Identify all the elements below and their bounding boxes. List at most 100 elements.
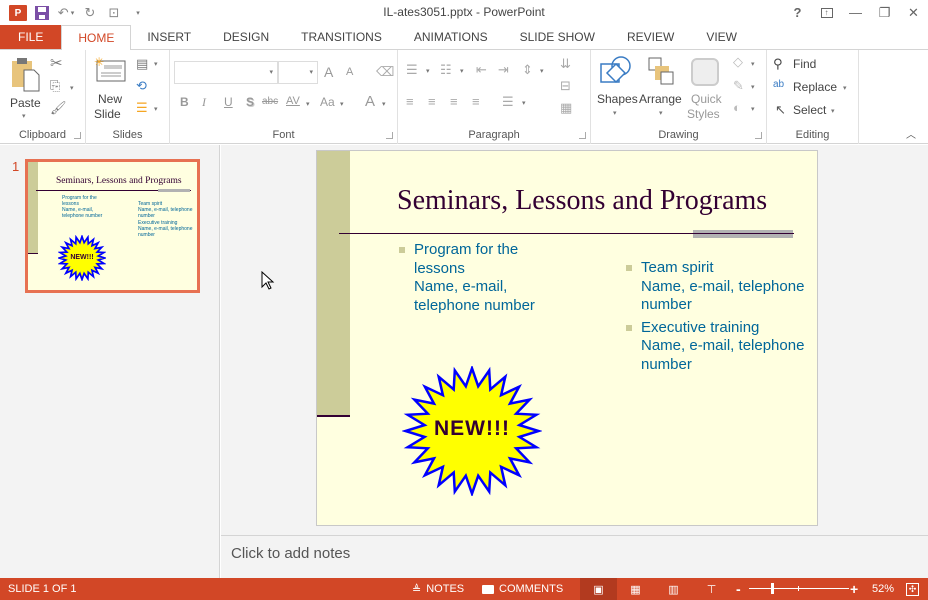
shape-fill-dropdown-icon[interactable]: ▾ [751,60,755,68]
copy-icon[interactable]: ⎘ [50,78,60,94]
tab-insert[interactable]: INSERT [131,25,207,49]
slideshow-view-button[interactable]: ⊤ [693,578,730,600]
shape-effects-icon[interactable]: ◐ [733,100,741,115]
drawing-launcher-icon[interactable] [755,132,762,139]
line-spacing-dropdown-icon[interactable]: ▾ [540,67,544,75]
cut-icon[interactable]: ✂ [50,54,63,72]
ribbon-display-options-button[interactable]: ↑ [812,0,841,25]
title-rule [339,233,794,234]
columns-icon[interactable]: ☰ [502,94,514,110]
tab-home[interactable]: HOME [61,25,132,51]
restore-button[interactable]: ❐ [870,0,899,25]
smartart-icon[interactable]: ▦ [560,100,572,116]
clipboard-launcher-icon[interactable] [74,132,81,139]
shape-outline-dropdown-icon[interactable]: ▾ [751,83,755,91]
bullets-icon[interactable]: ☰ [406,62,418,78]
replace-button[interactable]: ab Replace ▾ [773,79,857,97]
align-center-icon[interactable]: ≡ [428,94,436,109]
italic-button[interactable]: I [202,95,206,110]
paragraph-launcher-icon[interactable] [579,132,586,139]
align-right-icon[interactable]: ≡ [450,94,458,109]
zoom-level[interactable]: 52% [872,578,894,600]
numbering-icon[interactable]: ☷ [440,62,452,78]
clear-formatting-icon[interactable]: ⌫ [376,64,394,80]
shape-fill-icon[interactable]: ◇ [733,54,743,70]
reading-view-button[interactable]: ▥ [655,578,692,600]
reset-icon[interactable]: ⟲ [136,78,147,94]
tab-transitions[interactable]: TRANSITIONS [285,25,398,49]
section-icon[interactable]: ☰ [136,100,148,116]
align-text-icon[interactable]: ⊟ [560,78,571,94]
zoom-slider[interactable] [749,588,849,589]
decrease-indent-icon[interactable]: ⇤ [476,62,487,78]
justify-icon[interactable]: ≡ [472,94,480,109]
text-direction-icon[interactable]: ⇊ [560,56,571,72]
strikethrough-button[interactable]: abc [262,96,278,107]
slide-title[interactable]: Seminars, Lessons and Programs [397,185,767,217]
change-case-dropdown-icon[interactable]: ▾ [340,100,344,108]
close-button[interactable]: ✕ [899,0,928,25]
bold-button[interactable]: B [180,95,189,109]
tab-slide-show[interactable]: SLIDE SHOW [504,25,611,49]
select-button[interactable]: ↖ Select ▾ [773,102,853,120]
right-content-placeholder[interactable]: Team spirit Name, e-mail, telephone numb… [626,259,816,378]
line-spacing-icon[interactable]: ⇕ [522,62,533,78]
tab-animations[interactable]: ANIMATIONS [398,25,504,49]
zoom-slider-thumb[interactable] [770,583,774,594]
normal-view-button[interactable]: ▣ [580,578,617,600]
shape-outline-icon[interactable]: ✎ [733,78,744,94]
collapse-ribbon-icon[interactable]: ︿ [906,126,916,141]
font-launcher-icon[interactable] [386,132,393,139]
slide-thumbnail[interactable]: Seminars, Lessons and Programs Program f… [25,159,200,293]
notes-button[interactable]: ≜ NOTES [412,578,464,600]
numbering-dropdown-icon[interactable]: ▾ [460,67,464,75]
slide-canvas[interactable]: Seminars, Lessons and Programs Program f… [316,150,818,526]
slide-sorter-button[interactable]: ▦ [617,578,654,600]
help-button[interactable]: ? [783,0,812,25]
comments-button[interactable]: COMMENTS [482,578,563,600]
new-slide-button[interactable]: ✳ New Slide [92,56,132,122]
paste-button[interactable]: Paste ▾ [6,56,44,120]
section-dropdown-icon[interactable]: ▾ [154,105,158,113]
font-name-select[interactable]: ▾ [174,61,278,84]
find-button[interactable]: ⚲ Find [773,56,853,74]
notes-pane[interactable]: Click to add notes [221,535,928,578]
columns-dropdown-icon[interactable]: ▾ [522,99,526,107]
left-content-placeholder[interactable]: Program for the lessons Name, e-mail, te… [399,241,589,319]
font-color-button[interactable]: A [365,93,375,110]
zoom-out-button[interactable]: - [736,578,741,600]
tab-review[interactable]: REVIEW [611,25,690,49]
font-size-select[interactable]: ▾ [278,61,318,84]
slide-sorter-icon: ▦ [630,583,641,596]
slide-thumbnails-panel: 1 Seminars, Lessons and Programs Program… [0,145,220,578]
character-spacing-dropdown-icon[interactable]: ▾ [306,100,310,108]
shrink-font-button[interactable]: A [346,66,353,78]
shadow-button[interactable]: S [246,95,254,109]
format-painter-icon[interactable]: 🖌 [50,100,67,116]
grow-font-button[interactable]: A [324,64,333,80]
shapes-label: Shapes [597,92,638,106]
zoom-in-button[interactable]: + [850,578,858,600]
fit-slide-button[interactable]: ✣ [906,578,919,600]
shapes-button[interactable]: Shapes ▾ [595,56,638,122]
font-name-dropdown-icon: ▾ [269,69,273,76]
tab-view[interactable]: VIEW [690,25,753,49]
character-spacing-button[interactable]: AV [286,95,300,107]
minimize-button[interactable]: — [841,0,870,25]
increase-indent-icon[interactable]: ⇥ [498,62,509,78]
arrange-button[interactable]: Arrange ▾ [639,56,683,122]
bullets-dropdown-icon[interactable]: ▾ [426,67,430,75]
align-left-icon[interactable]: ≡ [406,94,414,109]
quick-styles-button[interactable]: Quick Styles [685,56,729,122]
underline-button[interactable]: U [224,95,233,109]
replace-dropdown-icon: ▾ [843,85,847,92]
change-case-button[interactable]: Aa [320,95,335,109]
layout-icon[interactable]: ▤ [136,56,148,72]
tab-design[interactable]: DESIGN [207,25,285,49]
layout-dropdown-icon[interactable]: ▾ [154,60,158,68]
tab-file[interactable]: FILE [0,25,62,49]
font-color-dropdown-icon[interactable]: ▾ [382,100,386,108]
copy-dropdown-icon[interactable]: ▾ [70,84,74,92]
window-controls: ? ↑ — ❐ ✕ [783,0,928,25]
shape-effects-dropdown-icon[interactable]: ▾ [751,105,755,113]
